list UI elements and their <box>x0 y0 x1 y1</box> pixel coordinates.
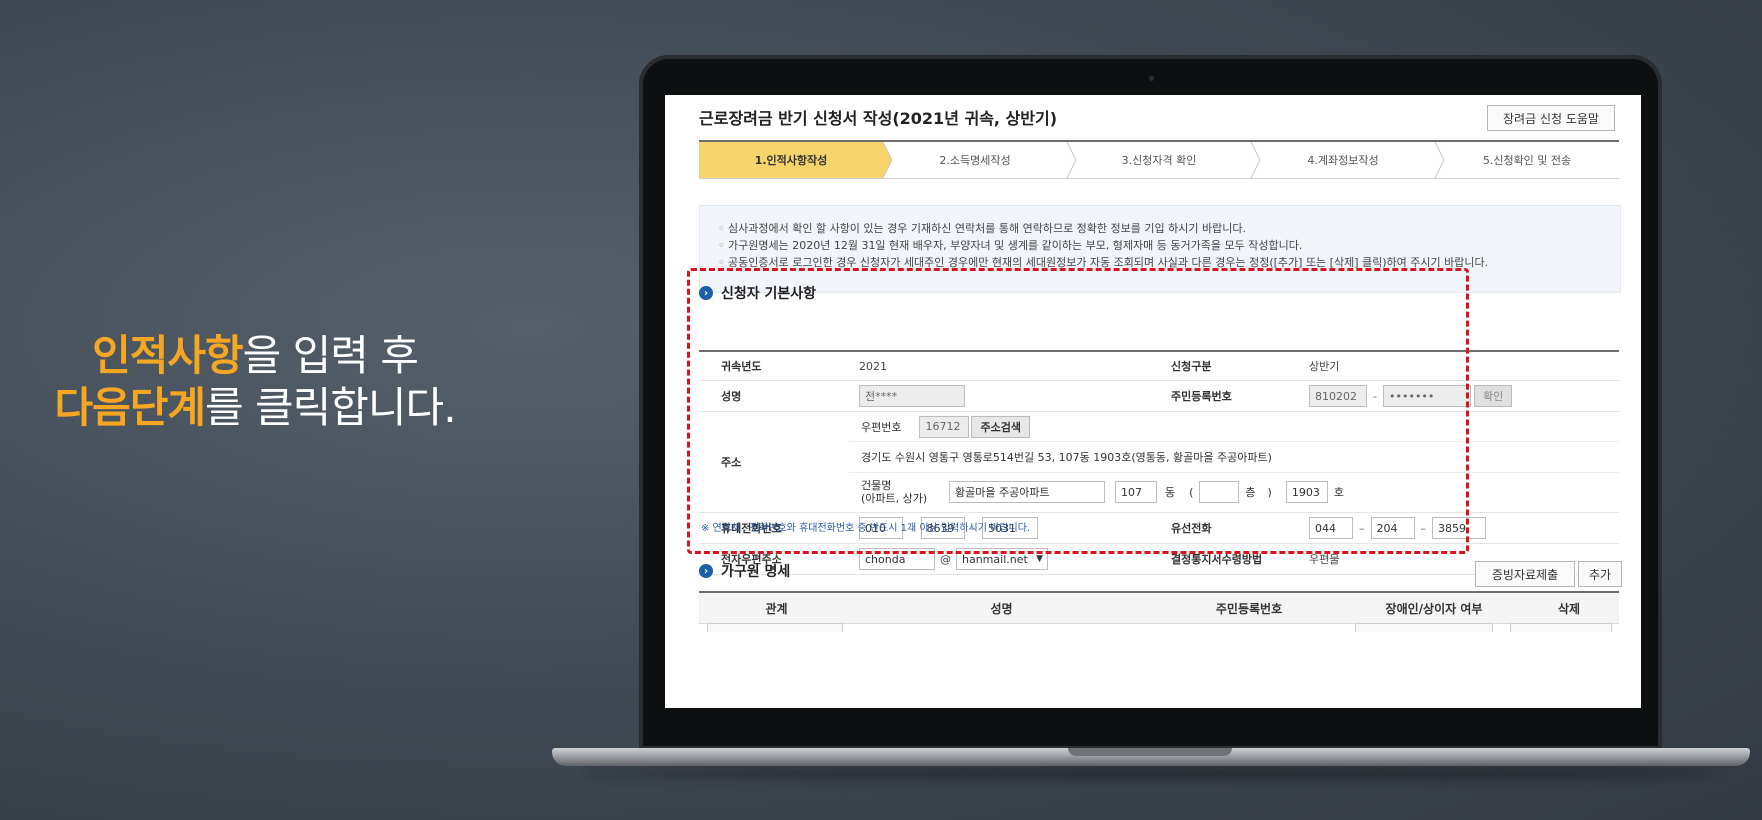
proof-submit-button[interactable]: 증빙자료제출 <box>1475 561 1575 587</box>
building-label: 건물명 (아파트, 상가) <box>861 479 949 505</box>
rrn-cell: 810202 - ••••••• 확인 <box>1299 381 1619 411</box>
name-cell: 전**** <box>849 381 1149 411</box>
address-label: 주소 <box>721 456 742 469</box>
caption-text-2: 를 클릭합니다. <box>205 383 457 432</box>
step-5[interactable]: 5.신청확인 및 전송 <box>1435 142 1619 178</box>
section-heading-applicant: › 신청자 기본사항 <box>699 283 816 303</box>
type-value: 상반기 <box>1309 360 1340 373</box>
notice-box: 심사과정에서 확인 할 사항이 있는 경우 기재하신 연락처를 통해 연락하므로… <box>699 205 1621 293</box>
floor-unit: 층 <box>1245 486 1256 500</box>
camera-dot <box>1149 76 1154 81</box>
chevron-down-icon: ▼ <box>1036 554 1043 564</box>
column-header: 주민등록번호 <box>1215 601 1283 616</box>
section-title: 신청자 기본사항 <box>721 286 817 302</box>
notice-item: 가구원명세는 2020년 12월 31일 현재 배우자, 부양자녀 및 생계를 … <box>718 237 1620 254</box>
column-header: 성명 <box>990 601 1013 616</box>
section-heading-household: › 가구원 명세 <box>699 561 790 581</box>
column-header: 관계 <box>765 601 788 616</box>
help-button[interactable]: 장려금 신청 도움말 <box>1487 105 1615 131</box>
address-line: 경기도 수원시 영통구 영통로514번길 53, 107동 1903호(영통동,… <box>849 442 1619 473</box>
floor-field[interactable] <box>1199 481 1240 504</box>
contact-note: ※ 연락처 : 전화번호와 휴대전화번호 중 반드시 1개 이상 입력하시기 바… <box>701 523 1031 534</box>
applicant-form: 귀속년도 2021 신청구분 상반기 성명 전**** 주민등록번호 81020… <box>699 350 1619 575</box>
address-cell: 우편번호 16712 주소검색 경기도 수원시 영통구 영통로514번길 53,… <box>849 412 1619 512</box>
landline-field-2[interactable]: 204 <box>1370 517 1415 539</box>
section-title: 가구원 명세 <box>721 564 791 580</box>
step-3[interactable]: 3.신청자격 확인 <box>1067 142 1260 178</box>
laptop-notch <box>1068 748 1232 756</box>
address-search-button[interactable]: 주소검색 <box>971 415 1030 438</box>
caption: 인적사항을 입력 후 다음단계를 클릭합니다. <box>0 330 510 434</box>
step-4[interactable]: 4.계좌정보작성 <box>1251 142 1444 178</box>
year-label: 귀속년도 <box>721 360 762 373</box>
dong-unit: 동 <box>1165 486 1176 500</box>
postal-field[interactable]: 16712 <box>919 415 970 438</box>
caption-highlight-2: 다음단계 <box>54 383 206 432</box>
caption-text-1: 을 입력 후 <box>242 331 419 380</box>
column-header: 삭제 <box>1557 601 1581 616</box>
page-title: 근로장려금 반기 신청서 작성(2021년 귀속, 상반기) <box>699 109 1058 128</box>
chevron-right-icon <box>1242 142 1260 178</box>
landline-label: 유선전화 <box>1171 522 1212 535</box>
building-name-field[interactable]: 황골마을 주공아파트 <box>949 481 1105 504</box>
paren-close: ) <box>1267 485 1272 499</box>
step-label: 3.신청자격 확인 <box>1121 154 1197 167</box>
ho-field[interactable]: 1903 <box>1285 481 1328 504</box>
chevron-right-icon <box>874 142 892 178</box>
notice-item: 공동인증서로 로그인한 경우 신청자가 세대주인 경우에만 현재의 세대원정보가… <box>718 254 1620 271</box>
arrow-circle-icon: › <box>699 564 713 578</box>
step-1[interactable]: 1.인적사항작성 <box>699 142 892 178</box>
rrn-front-field[interactable]: 810202 <box>1309 385 1367 407</box>
step-progress: 1.인적사항작성 2.소득명세작성 3.신청자격 확인 4.계좌정보작성 5.신… <box>699 140 1619 179</box>
postal-line: 우편번호 16712 주소검색 <box>849 412 1619 443</box>
column-header: 장애인/상이자 여부 <box>1385 601 1483 616</box>
paren-open: ( <box>1189 485 1194 499</box>
building-line: 건물명 (아파트, 상가) 황골마을 주공아파트 107 동 ( 층 ) 190… <box>849 473 1619 512</box>
form-row-year: 귀속년도 2021 신청구분 상반기 <box>699 352 1619 381</box>
relation-select-stub[interactable] <box>707 623 843 632</box>
rrn-back-field[interactable]: ••••••• <box>1382 385 1471 407</box>
notice-method-label: 결정통지서수령방법 <box>1171 553 1263 566</box>
chevron-right-icon <box>1058 142 1076 178</box>
add-member-button[interactable]: 추가 <box>1578 561 1622 587</box>
step-2[interactable]: 2.소득명세작성 <box>883 142 1076 178</box>
landline-cell: 044 – 204 – 3859 <box>1299 513 1619 543</box>
building-label-sub: (아파트, 상가) <box>861 492 928 506</box>
name-field[interactable]: 전**** <box>859 385 965 407</box>
type-label: 신청구분 <box>1171 360 1212 373</box>
household-table-header: 관계 성명 주민등록번호 장애인/상이자 여부 삭제 <box>699 591 1619 624</box>
dong-field[interactable]: 107 <box>1115 481 1157 504</box>
building-label-main: 건물명 <box>861 479 892 493</box>
email-user-field[interactable]: chonda <box>859 548 935 570</box>
form-row-name: 성명 전**** 주민등록번호 810202 - ••••••• 확인 <box>699 381 1619 412</box>
caption-line-1: 인적사항을 입력 후 <box>0 330 510 382</box>
email-cell: chonda @ hanmail.net ▼ <box>849 544 1149 574</box>
postal-label: 우편번호 <box>861 420 902 434</box>
rrn-confirm-button[interactable]: 확인 <box>1473 385 1513 407</box>
email-domain-value: hanmail.net <box>962 552 1028 566</box>
laptop-screen: 근로장려금 반기 신청서 작성(2021년 귀속, 상반기) 장려금 신청 도움… <box>665 95 1641 708</box>
rrn-dash: - <box>1373 389 1377 403</box>
email-domain-select[interactable]: hanmail.net ▼ <box>956 548 1048 570</box>
laptop-shadow <box>580 766 1720 780</box>
chevron-right-icon <box>1426 142 1444 178</box>
step-label: 1.인적사항작성 <box>754 154 828 167</box>
caption-highlight-1: 인적사항 <box>92 331 244 380</box>
landline-field-1[interactable]: 044 <box>1309 517 1353 539</box>
year-value: 2021 <box>859 359 887 373</box>
rrn-label: 주민등록번호 <box>1171 390 1232 403</box>
delete-button-stub[interactable] <box>1510 623 1612 632</box>
ho-unit: 호 <box>1333 486 1344 500</box>
step-label: 4.계좌정보작성 <box>1307 154 1379 167</box>
step-label: 2.소득명세작성 <box>939 154 1011 167</box>
caption-line-2: 다음단계를 클릭합니다. <box>0 382 510 434</box>
email-at: @ <box>940 552 951 566</box>
disability-select-stub[interactable] <box>1355 623 1493 632</box>
step-label: 5.신청확인 및 전송 <box>1482 154 1572 167</box>
name-label: 성명 <box>721 390 742 403</box>
landline-field-3[interactable]: 3859 <box>1432 517 1486 539</box>
arrow-circle-icon: › <box>699 286 713 300</box>
notice-item: 심사과정에서 확인 할 사항이 있는 경우 기재하신 연락처를 통해 연락하므로… <box>718 220 1620 237</box>
form-row-address: 주소 우편번호 16712 주소검색 경기도 수원시 영통구 영통로514번길 … <box>699 412 1619 513</box>
